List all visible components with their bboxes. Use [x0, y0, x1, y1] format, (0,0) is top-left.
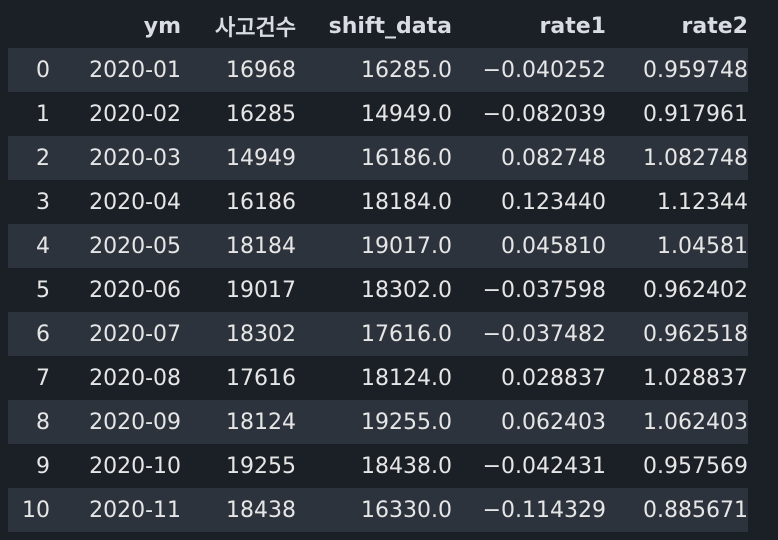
cell-rate1: 0.028837 — [452, 356, 606, 400]
column-header-shift-data: shift_data — [328, 13, 452, 39]
table-row: 9 2020-10 19255 18438.0 −0.042431 0.957569 — [8, 444, 748, 488]
row-index: 10 — [8, 488, 50, 532]
cell-accident-count: 17616 — [181, 356, 296, 400]
table-row: 5 2020-06 19017 18302.0 −0.037598 0.962402 — [8, 268, 748, 312]
row-index: 9 — [8, 444, 50, 488]
cell-rate2: 0.917961 — [606, 92, 748, 136]
column-header-accident-count: 사고건수 — [215, 16, 296, 41]
cell-accident-count: 16968 — [181, 48, 296, 92]
table-row: 8 2020-09 18124 19255.0 0.062403 1.062403 — [8, 400, 748, 444]
cell-accident-count: 19017 — [181, 268, 296, 312]
cell-rate1: −0.082039 — [452, 92, 606, 136]
cell-accident-count: 16285 — [181, 92, 296, 136]
table-row: 0 2020-01 16968 16285.0 −0.040252 0.959748 — [8, 48, 748, 92]
cell-rate2: 0.957569 — [606, 444, 748, 488]
cell-rate1: 0.123440 — [452, 180, 606, 224]
cell-accident-count: 14949 — [181, 136, 296, 180]
cell-rate2: 1.04581 — [606, 224, 748, 268]
cell-ym: 2020-06 — [50, 268, 181, 312]
dataframe-output: ym 사고건수 shift_data rate1 rate2 0 2020-01 1… — [0, 0, 778, 540]
cell-ym: 2020-08 — [50, 356, 181, 400]
cell-accident-count: 18438 — [181, 488, 296, 532]
cell-accident-count: 18184 — [181, 224, 296, 268]
table-row: 6 2020-07 18302 17616.0 −0.037482 0.962518 — [8, 312, 748, 356]
table-row: 7 2020-08 17616 18124.0 0.028837 1.028837 — [8, 356, 748, 400]
cell-rate1: −0.037482 — [452, 312, 606, 356]
cell-shift-data: 16285.0 — [296, 48, 452, 92]
cell-ym: 2020-10 — [50, 444, 181, 488]
cell-ym: 2020-04 — [50, 180, 181, 224]
cell-shift-data: 18302.0 — [296, 268, 452, 312]
cell-ym: 2020-05 — [50, 224, 181, 268]
table-row: 3 2020-04 16186 18184.0 0.123440 1.12344 — [8, 180, 748, 224]
table-row: 2 2020-03 14949 16186.0 0.082748 1.082748 — [8, 136, 748, 180]
row-index: 5 — [8, 268, 50, 312]
cell-shift-data: 17616.0 — [296, 312, 452, 356]
cell-ym: 2020-03 — [50, 136, 181, 180]
cell-accident-count: 18124 — [181, 400, 296, 444]
index-header — [8, 4, 50, 48]
cell-rate1: −0.040252 — [452, 48, 606, 92]
row-index: 6 — [8, 312, 50, 356]
cell-shift-data: 19017.0 — [296, 224, 452, 268]
cell-ym: 2020-07 — [50, 312, 181, 356]
cell-shift-data: 18438.0 — [296, 444, 452, 488]
row-index: 1 — [8, 92, 50, 136]
dataframe-table: ym 사고건수 shift_data rate1 rate2 0 2020-01 1… — [8, 4, 748, 532]
row-index: 8 — [8, 400, 50, 444]
column-header-rate1: rate1 — [539, 13, 606, 39]
cell-ym: 2020-09 — [50, 400, 181, 444]
cell-shift-data: 19255.0 — [296, 400, 452, 444]
table-row: 4 2020-05 18184 19017.0 0.045810 1.04581 — [8, 224, 748, 268]
cell-rate2: 0.885671 — [606, 488, 748, 532]
table-header: ym 사고건수 shift_data rate1 rate2 — [8, 4, 748, 48]
header-row: ym 사고건수 shift_data rate1 rate2 — [8, 4, 748, 48]
column-header-ym: ym — [143, 13, 181, 39]
cell-rate1: 0.082748 — [452, 136, 606, 180]
row-index: 7 — [8, 356, 50, 400]
cell-accident-count: 18302 — [181, 312, 296, 356]
cell-rate1: −0.042431 — [452, 444, 606, 488]
cell-rate2: 1.028837 — [606, 356, 748, 400]
column-header-rate2: rate2 — [681, 13, 748, 39]
row-index: 4 — [8, 224, 50, 268]
cell-shift-data: 18184.0 — [296, 180, 452, 224]
cell-accident-count: 16186 — [181, 180, 296, 224]
cell-rate2: 0.962402 — [606, 268, 748, 312]
row-index: 3 — [8, 180, 50, 224]
cell-rate2: 1.082748 — [606, 136, 748, 180]
cell-rate2: 1.12344 — [606, 180, 748, 224]
table-row: 1 2020-02 16285 14949.0 −0.082039 0.917961 — [8, 92, 748, 136]
cell-ym: 2020-02 — [50, 92, 181, 136]
cell-shift-data: 16330.0 — [296, 488, 452, 532]
row-index: 2 — [8, 136, 50, 180]
table-body: 0 2020-01 16968 16285.0 −0.040252 0.959748 1 20… — [8, 48, 748, 532]
cell-rate1: 0.062403 — [452, 400, 606, 444]
cell-rate1: −0.037598 — [452, 268, 606, 312]
cell-rate2: 0.962518 — [606, 312, 748, 356]
cell-shift-data: 16186.0 — [296, 136, 452, 180]
cell-ym: 2020-01 — [50, 48, 181, 92]
cell-rate2: 1.062403 — [606, 400, 748, 444]
cell-shift-data: 14949.0 — [296, 92, 452, 136]
cell-shift-data: 18124.0 — [296, 356, 452, 400]
cell-accident-count: 19255 — [181, 444, 296, 488]
row-index: 0 — [8, 48, 50, 92]
table-row: 10 2020-11 18438 16330.0 −0.114329 0.885671 — [8, 488, 748, 532]
cell-rate2: 0.959748 — [606, 48, 748, 92]
cell-ym: 2020-11 — [50, 488, 181, 532]
cell-rate1: −0.114329 — [452, 488, 606, 532]
cell-rate1: 0.045810 — [452, 224, 606, 268]
